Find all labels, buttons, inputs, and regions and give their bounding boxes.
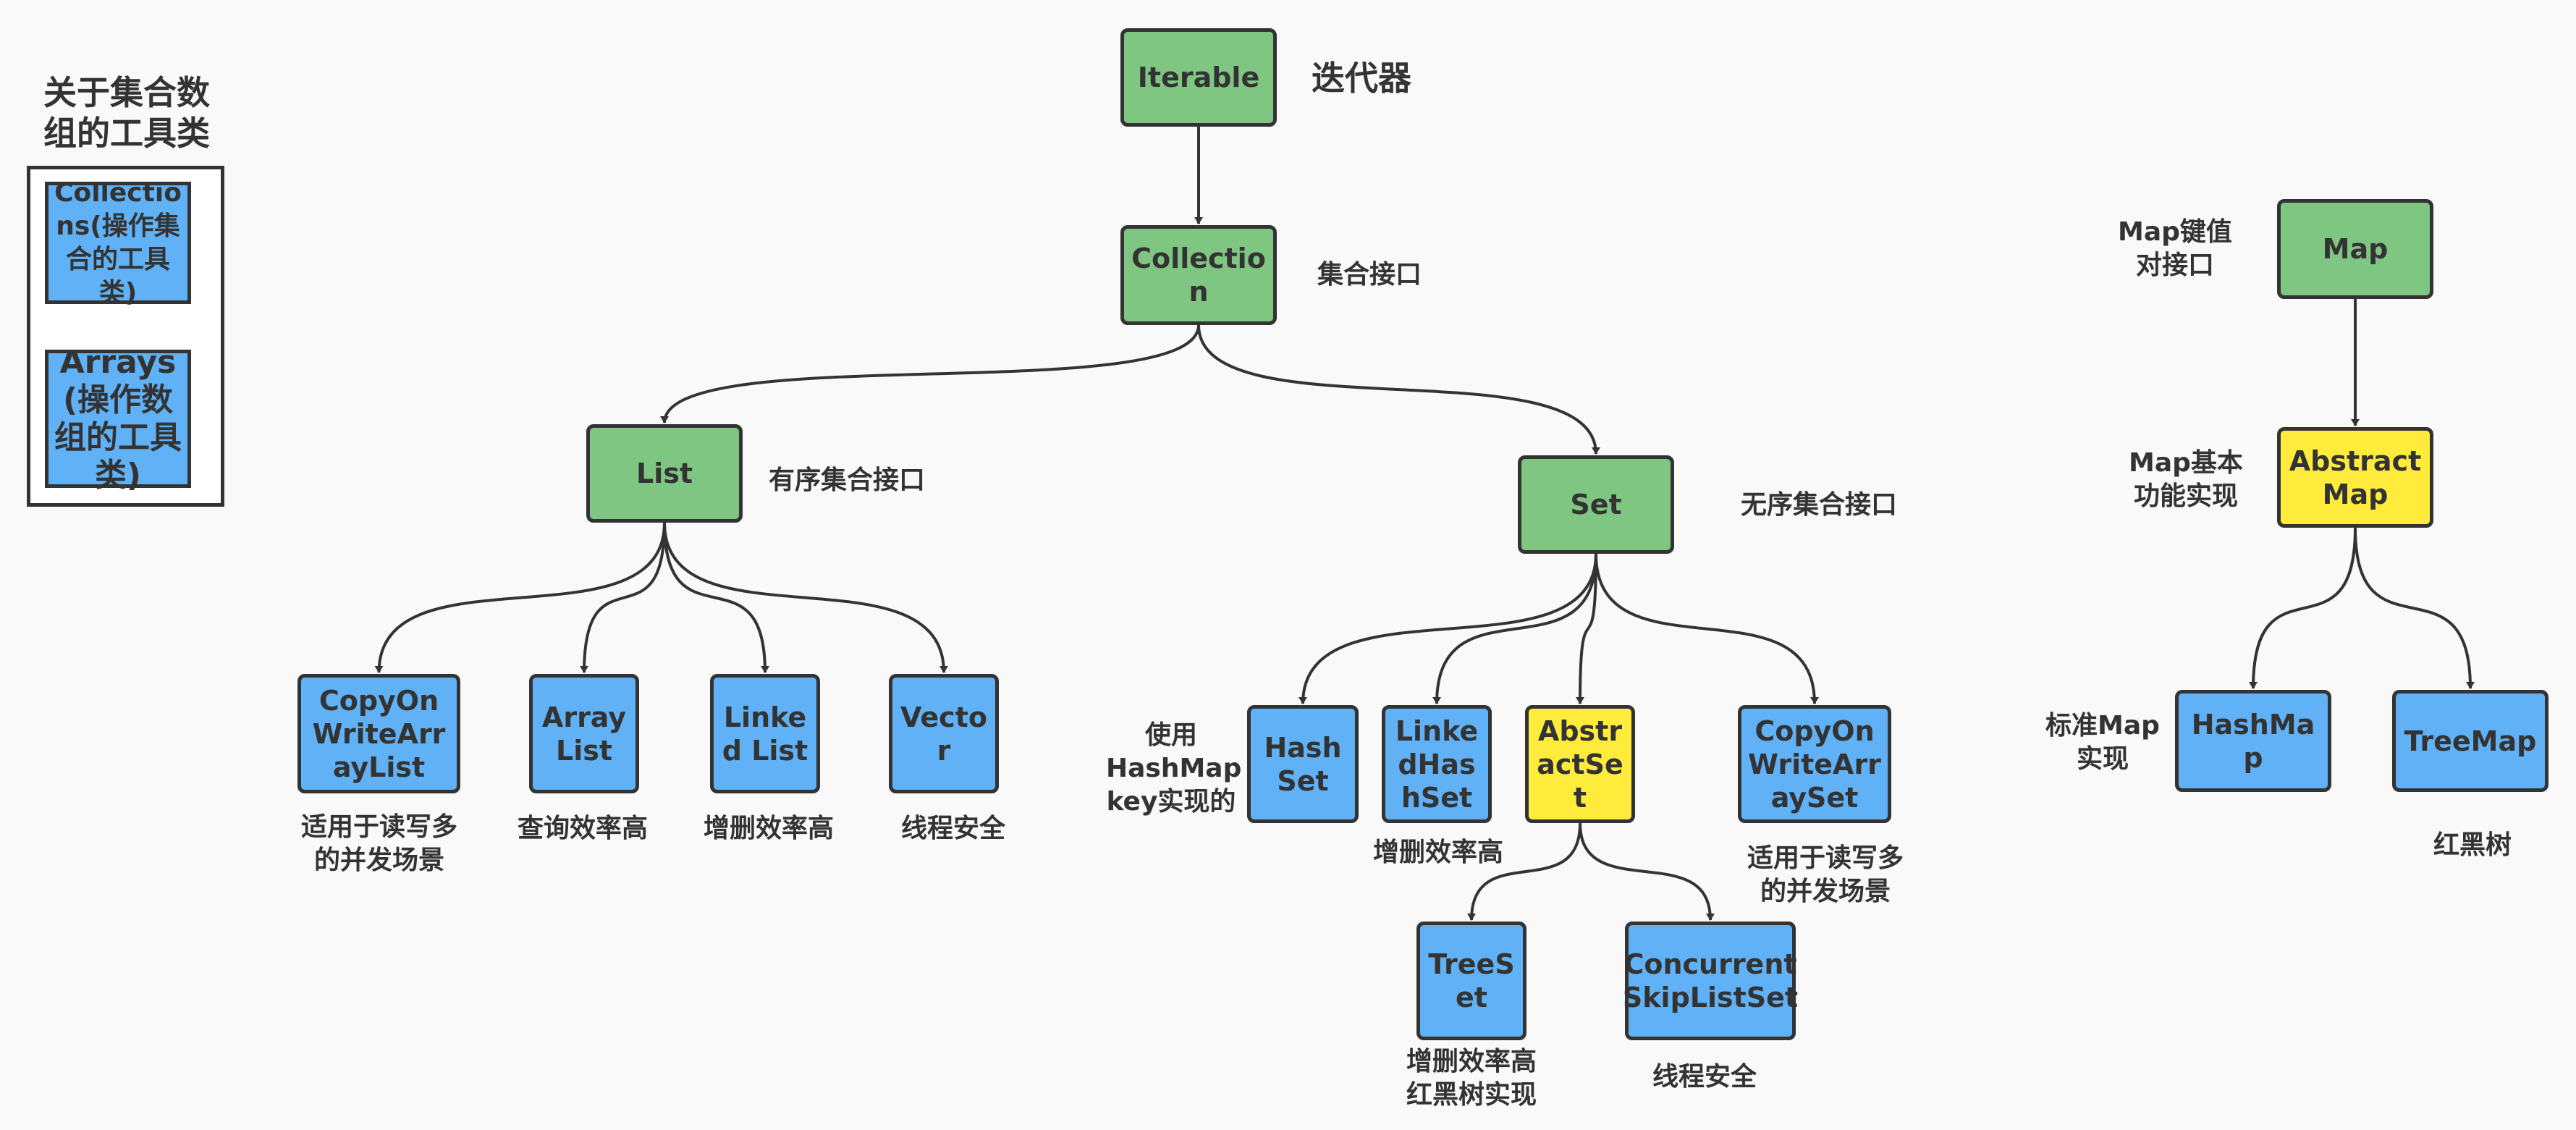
node-abstract-set[interactable]: AbstractSet — [1525, 705, 1635, 823]
note-copy-on-write-array-list: 适用于读写多的并发场景 — [300, 812, 457, 875]
note-vector: 线程安全 — [901, 814, 1006, 843]
edge-set-to-copy-on-write-array-set — [1595, 553, 1819, 704]
node-hash-map[interactable]: HashMap — [2175, 690, 2331, 792]
node-set[interactable]: Set — [1518, 455, 1674, 554]
note-hash-set: 使用HashMap key实现的 — [1106, 720, 1242, 817]
edge-abstract-set-to-concurrent-skip-list-set — [1579, 822, 1715, 921]
node-hash-set[interactable]: HashSet — [1247, 705, 1359, 823]
node-tree-map[interactable]: TreeMap — [2392, 690, 2548, 792]
node-linked-list[interactable]: Linked List — [710, 674, 820, 793]
node-abstract-map[interactable]: Abstract Map — [2277, 427, 2433, 528]
edge-layer — [374, 127, 2475, 921]
note-linked-hash-set: 增删效率高 — [1373, 838, 1504, 867]
note-tree-set: 增删效率高 红黑树实现 — [1406, 1047, 1537, 1110]
node-array-list[interactable]: Array List — [529, 674, 639, 793]
note-hash-map: 标准Map实现 — [2045, 711, 2160, 774]
edge-list-to-linked-list — [663, 522, 769, 673]
note-collection: 集合接口 — [1317, 260, 1422, 290]
node-tree-set[interactable]: TreeSet — [1416, 922, 1526, 1040]
edge-set-to-hash-set — [1298, 553, 1597, 704]
edge-list-to-vector — [663, 522, 948, 673]
node-copy-on-write-array-set[interactable]: CopyOnWriteArraySet — [1738, 705, 1891, 823]
note-array-list: 查询效率高 — [518, 814, 649, 843]
note-abstract-map: Map基本功能实现 — [2129, 448, 2243, 511]
note-tree-map: 红黑树 — [2433, 830, 2512, 860]
note-list: 有序集合接口 — [769, 465, 926, 495]
node-vector[interactable]: Vector — [889, 674, 999, 793]
note-copy-on-write-array-set: 适用于读写多的并发场景 — [1747, 843, 1904, 906]
node-concurrent-skip-list-set[interactable]: Concurrent SkipListSet — [1623, 922, 1798, 1040]
edge-collection-to-list — [660, 324, 1200, 423]
node-list[interactable]: List — [586, 424, 743, 523]
note-set: 无序集合接口 — [1741, 490, 1898, 520]
note-concurrent-skip-list-set: 线程安全 — [1652, 1062, 1757, 1092]
edge-abstract-map-to-tree-map — [2354, 527, 2475, 689]
node-copy-on-write-array-list[interactable]: CopyOnWriteArrayList — [297, 674, 460, 793]
node-collection[interactable]: Collection — [1120, 225, 1277, 325]
node-collections[interactable]: Collections(操作集合的工具类) — [45, 178, 191, 308]
edge-collection-to-set — [1197, 324, 1600, 455]
edge-list-to-array-list — [580, 522, 666, 673]
node-iterable[interactable]: Iterable — [1120, 28, 1277, 127]
node-arrays[interactable]: Arrays(操作数组的工具类) — [45, 344, 191, 494]
note-map: Map键值对接口 — [2118, 217, 2232, 280]
tools-title: 关于集合数组的工具类 — [43, 73, 210, 153]
note-iterable: 迭代器 — [1312, 59, 1411, 98]
note-linked-list: 增删效率高 — [704, 814, 835, 843]
edge-abstract-map-to-hash-map — [2249, 527, 2357, 689]
node-linked-hash-set[interactable]: LinkedHashSet — [1382, 705, 1492, 823]
node-map[interactable]: Map — [2277, 199, 2433, 299]
